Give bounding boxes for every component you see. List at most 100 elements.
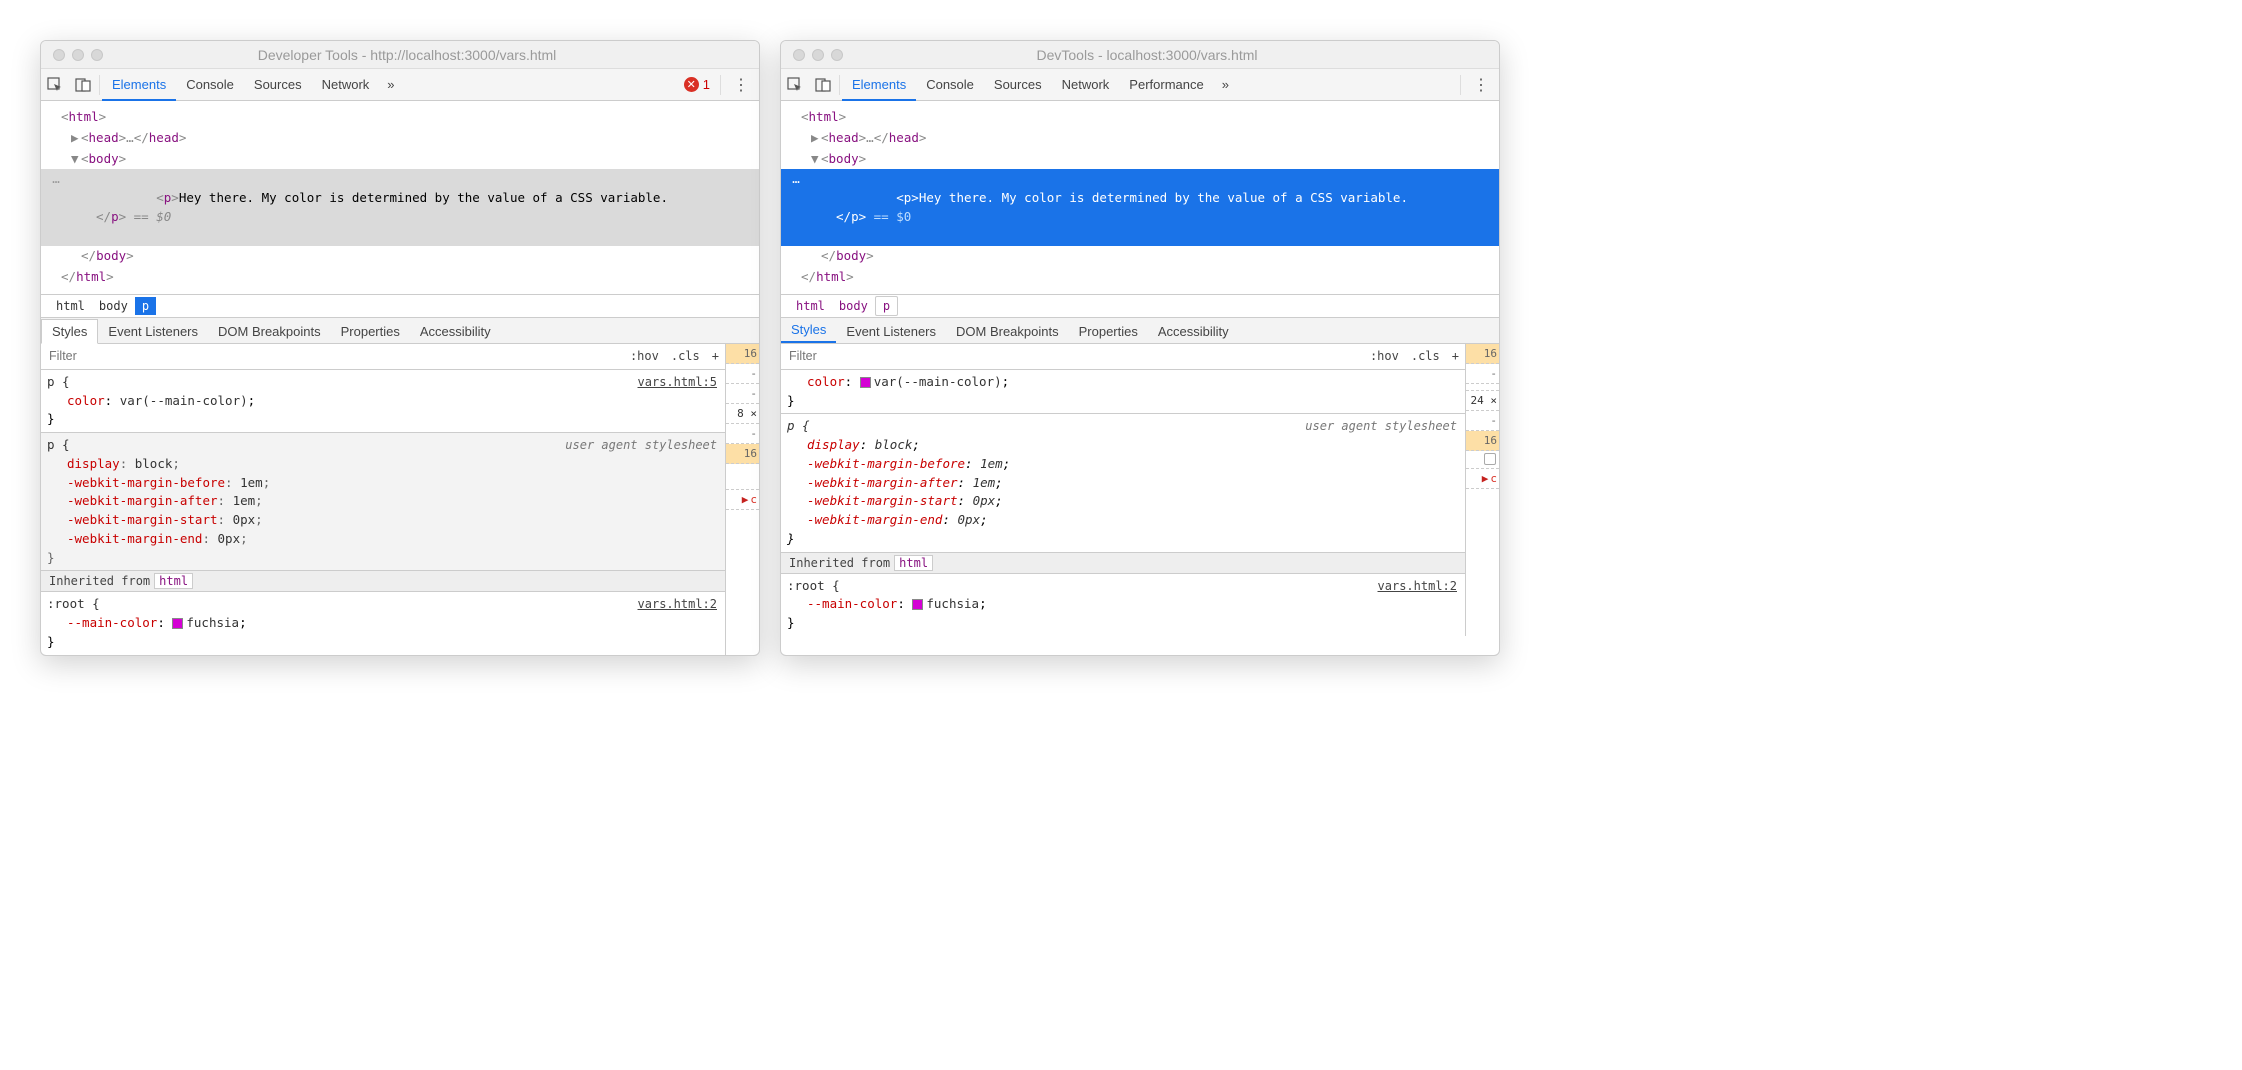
error-count[interactable]: ✕ 1: [676, 77, 718, 92]
dom-html-open[interactable]: <html>: [781, 107, 1499, 128]
styles-filter-input[interactable]: [41, 344, 624, 369]
crumb-p[interactable]: p: [135, 297, 156, 315]
cls-toggle[interactable]: .cls: [665, 349, 706, 363]
dom-tree[interactable]: <html> ▶<head>…</head> ▼<body> … <p>Hey …: [781, 101, 1499, 294]
hov-toggle[interactable]: :hov: [624, 349, 665, 363]
computed-sidebar: 16 - - 8 × - 16 ▶c: [725, 344, 759, 655]
checkbox[interactable]: [1484, 453, 1496, 465]
inspect-icon[interactable]: [41, 69, 69, 100]
expand-icon[interactable]: ▶: [71, 129, 81, 148]
minimize-window-icon[interactable]: [812, 49, 824, 61]
zoom-window-icon[interactable]: [831, 49, 843, 61]
subtab-properties[interactable]: Properties: [1069, 320, 1148, 343]
css-rule-p-author[interactable]: color: var(--main-color); }: [781, 370, 1465, 415]
tab-console[interactable]: Console: [176, 69, 244, 100]
tab-network[interactable]: Network: [1052, 69, 1120, 100]
p-text-content: Hey there. My color is determined by the…: [919, 190, 1408, 205]
css-rule-p-author[interactable]: vars.html:5 p { color: var(--main-color)…: [41, 370, 725, 433]
subtab-dom-breakpoints[interactable]: DOM Breakpoints: [208, 320, 331, 343]
device-mode-icon[interactable]: [809, 69, 837, 100]
css-prop-val[interactable]: var(--main-color): [120, 393, 248, 408]
subtab-dom-breakpoints[interactable]: DOM Breakpoints: [946, 320, 1069, 343]
dom-head[interactable]: ▶<head>…</head>: [41, 128, 759, 149]
rule-source-link[interactable]: vars.html:2: [638, 595, 717, 613]
dom-body-open[interactable]: ▼<body>: [781, 149, 1499, 170]
zoom-window-icon[interactable]: [91, 49, 103, 61]
crumb-body[interactable]: body: [92, 297, 135, 315]
tab-console[interactable]: Console: [916, 69, 984, 100]
inspect-icon[interactable]: [781, 69, 809, 100]
rule-source-ua: user agent stylesheet: [1305, 417, 1457, 435]
close-window-icon[interactable]: [53, 49, 65, 61]
rule-close: }: [787, 614, 1457, 633]
color-swatch-icon[interactable]: [172, 618, 183, 629]
comp-value: 16: [1466, 431, 1499, 451]
color-swatch-icon[interactable]: [912, 599, 923, 610]
rule-source-ua: user agent stylesheet: [565, 436, 717, 454]
inherited-tag[interactable]: html: [154, 573, 193, 589]
dom-body-open[interactable]: ▼<body>: [41, 149, 759, 170]
subtab-styles[interactable]: Styles: [41, 319, 98, 344]
expand-icon[interactable]: ▶: [811, 129, 821, 148]
css-rule-root[interactable]: vars.html:2 :root { --main-color: fuchsi…: [781, 574, 1465, 636]
tab-sources[interactable]: Sources: [984, 69, 1052, 100]
dom-html-close[interactable]: </html>: [41, 267, 759, 288]
comp-value: -: [1466, 364, 1499, 384]
device-mode-icon[interactable]: [69, 69, 97, 100]
tabs-overflow-icon[interactable]: »: [1214, 77, 1237, 92]
collapse-icon[interactable]: ▼: [811, 150, 821, 169]
styles-filter-input[interactable]: [781, 344, 1364, 369]
comp-dim: 24 ×: [1466, 391, 1499, 411]
tab-performance[interactable]: Performance: [1119, 69, 1213, 100]
rule-close: }: [787, 530, 1457, 549]
dom-body-close[interactable]: </body>: [781, 246, 1499, 267]
dom-head[interactable]: ▶<head>…</head>: [781, 128, 1499, 149]
tab-sources[interactable]: Sources: [244, 69, 312, 100]
close-window-icon[interactable]: [793, 49, 805, 61]
tab-elements[interactable]: Elements: [842, 70, 916, 101]
subtab-accessibility[interactable]: Accessibility: [410, 320, 501, 343]
tab-network[interactable]: Network: [312, 69, 380, 100]
add-rule-icon[interactable]: +: [1446, 349, 1465, 363]
settings-kebab-icon[interactable]: ⋮: [1463, 75, 1499, 95]
subtab-event-listeners[interactable]: Event Listeners: [98, 320, 208, 343]
crumb-html[interactable]: html: [789, 297, 832, 315]
subtab-event-listeners[interactable]: Event Listeners: [836, 320, 946, 343]
add-rule-icon[interactable]: +: [706, 349, 725, 363]
error-badge-icon: ✕: [684, 77, 699, 92]
window-title: Developer Tools - http://localhost:3000/…: [115, 47, 699, 63]
css-rule-root[interactable]: vars.html:2 :root { --main-color: fuchsi…: [41, 592, 725, 654]
cls-toggle[interactable]: .cls: [1405, 349, 1446, 363]
minimize-window-icon[interactable]: [72, 49, 84, 61]
settings-kebab-icon[interactable]: ⋮: [723, 75, 759, 95]
main-tabbar: Elements Console Sources Network Perform…: [781, 69, 1499, 101]
hov-toggle[interactable]: :hov: [1364, 349, 1405, 363]
rule-close: }: [47, 633, 717, 652]
dollar-zero: == $0: [126, 209, 171, 224]
expand-icon[interactable]: ▶c: [726, 490, 759, 510]
crumb-body[interactable]: body: [832, 297, 875, 315]
breadcrumb: html body p: [781, 294, 1499, 318]
rule-source-link[interactable]: vars.html:2: [1378, 577, 1457, 595]
subtab-accessibility[interactable]: Accessibility: [1148, 320, 1239, 343]
collapse-icon[interactable]: ▼: [71, 150, 81, 169]
tabs-overflow-icon[interactable]: »: [379, 77, 402, 92]
dom-p-selected[interactable]: … <p>Hey there. My color is determined b…: [41, 169, 759, 246]
dom-html-close[interactable]: </html>: [781, 267, 1499, 288]
css-prop-name[interactable]: color: [67, 393, 105, 408]
crumb-p[interactable]: p: [875, 296, 898, 316]
breadcrumb: html body p: [41, 294, 759, 318]
inherited-tag[interactable]: html: [894, 555, 933, 571]
tab-elements[interactable]: Elements: [102, 70, 176, 101]
dom-html-open[interactable]: <html>: [41, 107, 759, 128]
expand-icon[interactable]: ▶c: [1466, 469, 1499, 489]
subtab-properties[interactable]: Properties: [331, 320, 410, 343]
dom-tree[interactable]: <html> ▶<head>…</head> ▼<body> … <p>Hey …: [41, 101, 759, 294]
color-swatch-icon[interactable]: [860, 377, 871, 388]
comp-dim: 8 ×: [726, 404, 759, 424]
crumb-html[interactable]: html: [49, 297, 92, 315]
rule-source-link[interactable]: vars.html:5: [638, 373, 717, 391]
subtab-styles[interactable]: Styles: [781, 318, 836, 343]
dom-body-close[interactable]: </body>: [41, 246, 759, 267]
dom-p-selected[interactable]: … <p>Hey there. My color is determined b…: [781, 169, 1499, 246]
